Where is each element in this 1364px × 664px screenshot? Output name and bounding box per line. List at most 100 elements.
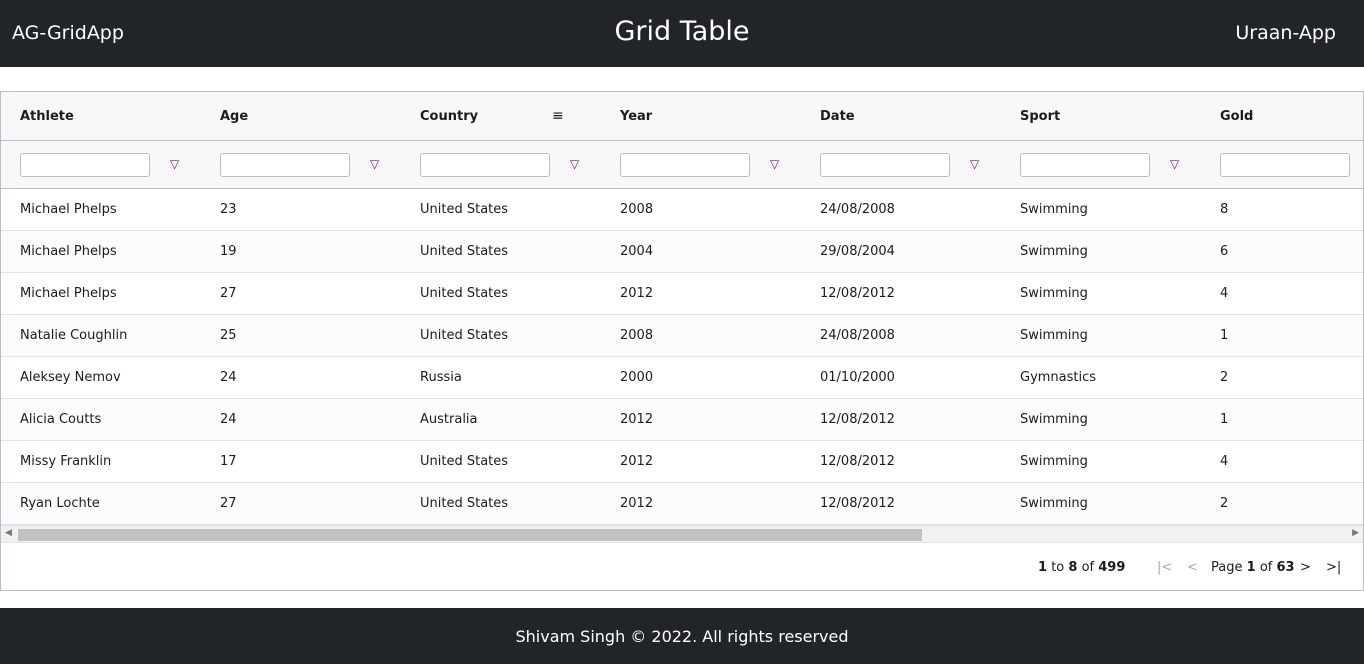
table-cell: 01/10/2000	[820, 370, 895, 385]
column-header-sport[interactable]: Sport	[1002, 109, 1202, 124]
table-row[interactable]: Michael Phelps 23 United States 2008 24/08/2…	[1, 189, 1363, 231]
navbar: AG-GridApp Grid Table Uraan-App	[0, 0, 1364, 67]
table-cell: Swimming	[1020, 244, 1088, 259]
table-cell: 12/08/2012	[820, 454, 895, 469]
table-row[interactable]: Aleksey Nemov 24 Russia 2000 01/10/2000 Gymna…	[1, 357, 1363, 399]
table-cell: 12/08/2012	[820, 496, 895, 511]
table-cell: 24	[220, 370, 237, 385]
filter-cell: ▽	[1002, 141, 1202, 177]
filter-cell: ▽	[2, 141, 202, 177]
table-cell: 12/08/2012	[820, 286, 895, 301]
table-cell: Australia	[420, 412, 478, 427]
table-cell: Michael Phelps	[20, 202, 117, 217]
filter-icon[interactable]: ▽	[770, 157, 779, 171]
table-cell: 6	[1220, 244, 1229, 259]
filter-cell: ▽	[402, 141, 602, 177]
data-grid: Athlete Age Country ≡ Year Date Sport Gold ▽ ▽ ▽ ▽…	[0, 91, 1364, 591]
filter-cell: ▽	[202, 141, 402, 177]
filter-row: ▽ ▽ ▽ ▽ ▽ ▽	[1, 141, 1363, 189]
last-page-icon[interactable]: >|	[1326, 560, 1341, 575]
table-cell: United States	[420, 496, 509, 511]
table-cell: Aleksey Nemov	[20, 370, 121, 385]
table-cell: 25	[220, 328, 237, 343]
filter-input-age[interactable]	[220, 153, 350, 177]
table-cell: United States	[420, 286, 509, 301]
filter-input-date[interactable]	[820, 153, 950, 177]
filter-icon[interactable]: ▽	[970, 157, 979, 171]
table-cell: 2	[1220, 496, 1229, 511]
column-header-label: Age	[220, 109, 249, 124]
table-cell: 24/08/2008	[820, 328, 895, 343]
table-cell: 4	[1220, 286, 1229, 301]
table-cell: Swimming	[1020, 202, 1088, 217]
table-cell: Swimming	[1020, 328, 1088, 343]
table-cell: Gymnastics	[1020, 370, 1097, 385]
header-row: Athlete Age Country ≡ Year Date Sport Gold	[1, 92, 1363, 141]
filter-icon[interactable]: ▽	[370, 157, 379, 171]
scroll-left-icon[interactable]: ◀	[5, 528, 12, 538]
column-menu-icon[interactable]: ≡	[552, 108, 564, 124]
uraan-app-link[interactable]: Uraan-App	[1235, 22, 1336, 44]
table-row[interactable]: Natalie Coughlin 25 United States 2008 24/08…	[1, 315, 1363, 357]
filter-input-athlete[interactable]	[20, 153, 150, 177]
table-cell: 2012	[620, 286, 654, 301]
footer: Shivam Singh © 2022. All rights reserved	[0, 608, 1364, 664]
table-cell: Alicia Coutts	[20, 412, 102, 427]
table-cell: 2	[1220, 370, 1229, 385]
row-summary: 1 to 8 of 499	[1038, 560, 1126, 575]
table-cell: 4	[1220, 454, 1229, 469]
page-title: Grid Table	[614, 16, 750, 47]
footer-text: Shivam Singh © 2022. All rights reserved	[515, 627, 849, 646]
table-cell: 17	[220, 454, 237, 469]
column-header-country[interactable]: Country ≡	[402, 108, 602, 124]
column-header-age[interactable]: Age	[202, 109, 402, 124]
scrollbar-thumb[interactable]	[18, 529, 922, 541]
column-header-label: Gold	[1220, 109, 1254, 124]
table-cell: 2012	[620, 454, 654, 469]
table-cell: 23	[220, 202, 237, 217]
next-page-icon[interactable]: >	[1300, 560, 1311, 575]
column-header-athlete[interactable]: Athlete	[2, 109, 202, 124]
table-cell: Natalie Coughlin	[20, 328, 128, 343]
table-cell: Michael Phelps	[20, 286, 117, 301]
previous-page-icon[interactable]: <	[1187, 560, 1198, 575]
column-header-gold[interactable]: Gold	[1202, 109, 1363, 124]
table-cell: Ryan Lochte	[20, 496, 100, 511]
page-summary: Page 1 of 63	[1211, 560, 1295, 575]
column-header-label: Athlete	[20, 109, 74, 124]
scroll-right-icon[interactable]: ▶	[1352, 528, 1359, 538]
filter-icon[interactable]: ▽	[170, 157, 179, 171]
table-row[interactable]: Michael Phelps 19 United States 2004 29/08/2…	[1, 231, 1363, 273]
table-row[interactable]: Michael Phelps 27 United States 2012 12/08/2…	[1, 273, 1363, 315]
filter-icon[interactable]: ▽	[570, 157, 579, 171]
table-cell: 1	[1220, 412, 1229, 427]
column-header-date[interactable]: Date	[802, 109, 1002, 124]
table-cell: 24/08/2008	[820, 202, 895, 217]
table-cell: 2012	[620, 412, 654, 427]
table-cell: United States	[420, 328, 509, 343]
table-cell: 27	[220, 496, 237, 511]
table-row[interactable]: Alicia Coutts 24 Australia 2012 12/08/2012 Sw…	[1, 399, 1363, 441]
table-cell: 27	[220, 286, 237, 301]
table-cell: Russia	[420, 370, 462, 385]
table-row[interactable]: Missy Franklin 17 United States 2012 12/08/2…	[1, 441, 1363, 483]
table-cell: 2000	[620, 370, 654, 385]
table-cell: Michael Phelps	[20, 244, 117, 259]
table-cell: 1	[1220, 328, 1229, 343]
filter-input-gold[interactable]	[1220, 153, 1350, 177]
column-header-year[interactable]: Year	[602, 109, 802, 124]
table-cell: 29/08/2004	[820, 244, 895, 259]
horizontal-scrollbar[interactable]: ◀ ▶	[1, 525, 1363, 543]
filter-input-country[interactable]	[420, 153, 550, 177]
filter-cell: ▽	[802, 141, 1002, 177]
filter-cell: ▽	[602, 141, 802, 177]
filter-cell	[1202, 141, 1363, 177]
filter-input-sport[interactable]	[1020, 153, 1150, 177]
first-page-icon[interactable]: |<	[1157, 560, 1172, 575]
filter-icon[interactable]: ▽	[1170, 157, 1179, 171]
filter-input-year[interactable]	[620, 153, 750, 177]
table-row[interactable]: Ryan Lochte 27 United States 2012 12/08/2012…	[1, 483, 1363, 525]
table-cell: 8	[1220, 202, 1229, 217]
column-header-label: Sport	[1020, 109, 1061, 124]
column-header-label: Date	[820, 109, 855, 124]
